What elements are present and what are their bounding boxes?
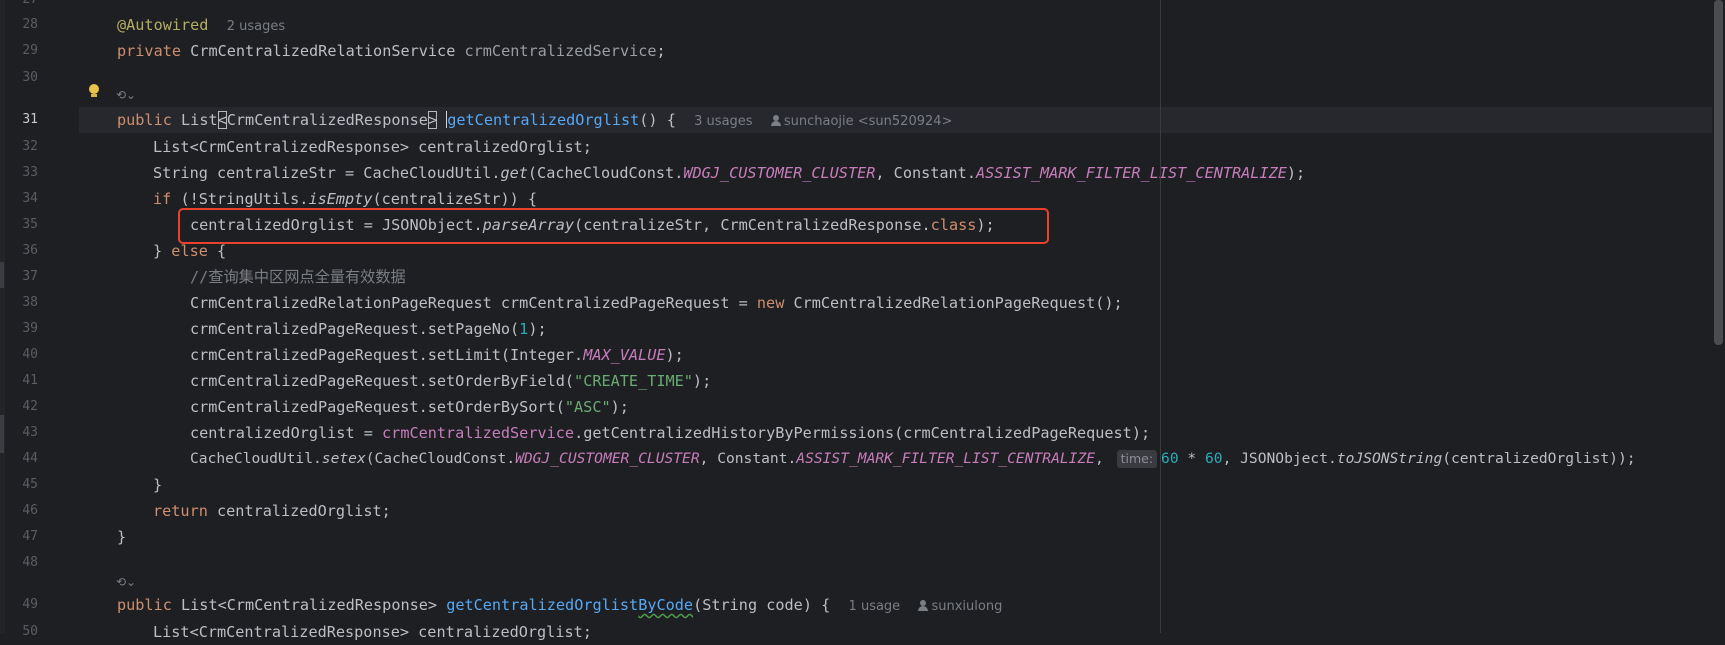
right-margin-guide bbox=[1160, 0, 1161, 633]
method-name[interactable]: getCentralizedOrglist bbox=[447, 111, 639, 129]
usages-hint[interactable]: 1 usage bbox=[849, 599, 901, 614]
code-line-39: crmCentralizedPageRequest.setPageNo(1); bbox=[190, 320, 547, 338]
code-line-44: CacheCloudUtil.setex(CacheCloudConst.WDG… bbox=[190, 450, 1636, 468]
generic-icon[interactable]: ⟲⌄ bbox=[116, 575, 136, 589]
code-line-41: crmCentralizedPageRequest.setOrderByFiel… bbox=[190, 372, 712, 390]
line-number: 40 bbox=[22, 347, 38, 362]
line-number: 28 bbox=[22, 17, 38, 32]
code-line-46: return centralizedOrglist; bbox=[153, 502, 391, 520]
code-line-33: String centralizeStr = CacheCloudUtil.ge… bbox=[153, 164, 1306, 182]
line-number: 33 bbox=[22, 165, 38, 180]
line-number: 44 bbox=[22, 451, 38, 466]
code-line-38: CrmCentralizedRelationPageRequest crmCen… bbox=[190, 294, 1123, 312]
usages-hint[interactable]: 2 usages bbox=[227, 19, 285, 34]
method-name[interactable]: getCentralizedOrglistByCode bbox=[446, 596, 693, 614]
line-number: 49 bbox=[22, 597, 38, 612]
code-line-49: public List<CrmCentralizedResponse> getC… bbox=[117, 596, 1003, 614]
code-line-50: List<CrmCentralizedResponse> centralized… bbox=[153, 623, 592, 641]
code-editor[interactable]: ⟲⌄ ⟲⌄ @Autowired 2 usages private CrmCen… bbox=[79, 0, 1718, 641]
line-number: 43 bbox=[22, 425, 38, 440]
parameter-hint: time: bbox=[1116, 450, 1158, 468]
line-number: 39 bbox=[22, 321, 38, 336]
user-icon bbox=[770, 115, 781, 126]
code-line-37: //查询集中区网点全量有效数据 bbox=[190, 268, 406, 286]
author-hint[interactable]: sunchaojie <sun520924> bbox=[770, 114, 952, 129]
code-line-31: public List<CrmCentralizedResponse> getC… bbox=[117, 111, 953, 129]
line-number: 42 bbox=[22, 399, 38, 414]
line-number: 46 bbox=[22, 503, 38, 518]
line-number: 35 bbox=[22, 217, 38, 232]
line-number: 47 bbox=[22, 529, 38, 544]
line-number: 32 bbox=[22, 139, 38, 154]
line-number: 45 bbox=[22, 477, 38, 492]
line-number: 41 bbox=[22, 373, 38, 388]
code-line-42: crmCentralizedPageRequest.setOrderBySort… bbox=[190, 398, 629, 416]
code-line-43: centralizedOrglist = crmCentralizedServi… bbox=[190, 424, 1151, 442]
generic-icon[interactable]: ⟲⌄ bbox=[116, 88, 136, 102]
line-number: 29 bbox=[22, 43, 38, 58]
code-line-47: } bbox=[117, 528, 127, 546]
author-hint[interactable]: sunxiulong bbox=[918, 599, 1002, 614]
line-number: 38 bbox=[22, 295, 38, 310]
code-line-29: private CrmCentralizedRelationService cr… bbox=[117, 42, 666, 60]
line-number: 30 bbox=[22, 70, 38, 85]
usages-hint[interactable]: 3 usages bbox=[694, 114, 752, 129]
line-number: 48 bbox=[22, 555, 38, 570]
code-line-32: List<CrmCentralizedResponse> centralized… bbox=[153, 138, 592, 156]
highlight-box bbox=[178, 208, 1049, 244]
code-line-45: } bbox=[153, 476, 163, 494]
line-number-current: 31 bbox=[22, 112, 38, 127]
line-number: 37 bbox=[22, 269, 38, 284]
code-line-40: crmCentralizedPageRequest.setLimit(Integ… bbox=[190, 346, 684, 364]
scrollbar-thumb[interactable] bbox=[1714, 0, 1723, 345]
line-number: 34 bbox=[22, 191, 38, 206]
code-line-28: @Autowired 2 usages bbox=[117, 16, 286, 34]
line-number: 36 bbox=[22, 243, 38, 258]
user-icon bbox=[918, 600, 929, 611]
line-number: 50 bbox=[22, 624, 38, 639]
